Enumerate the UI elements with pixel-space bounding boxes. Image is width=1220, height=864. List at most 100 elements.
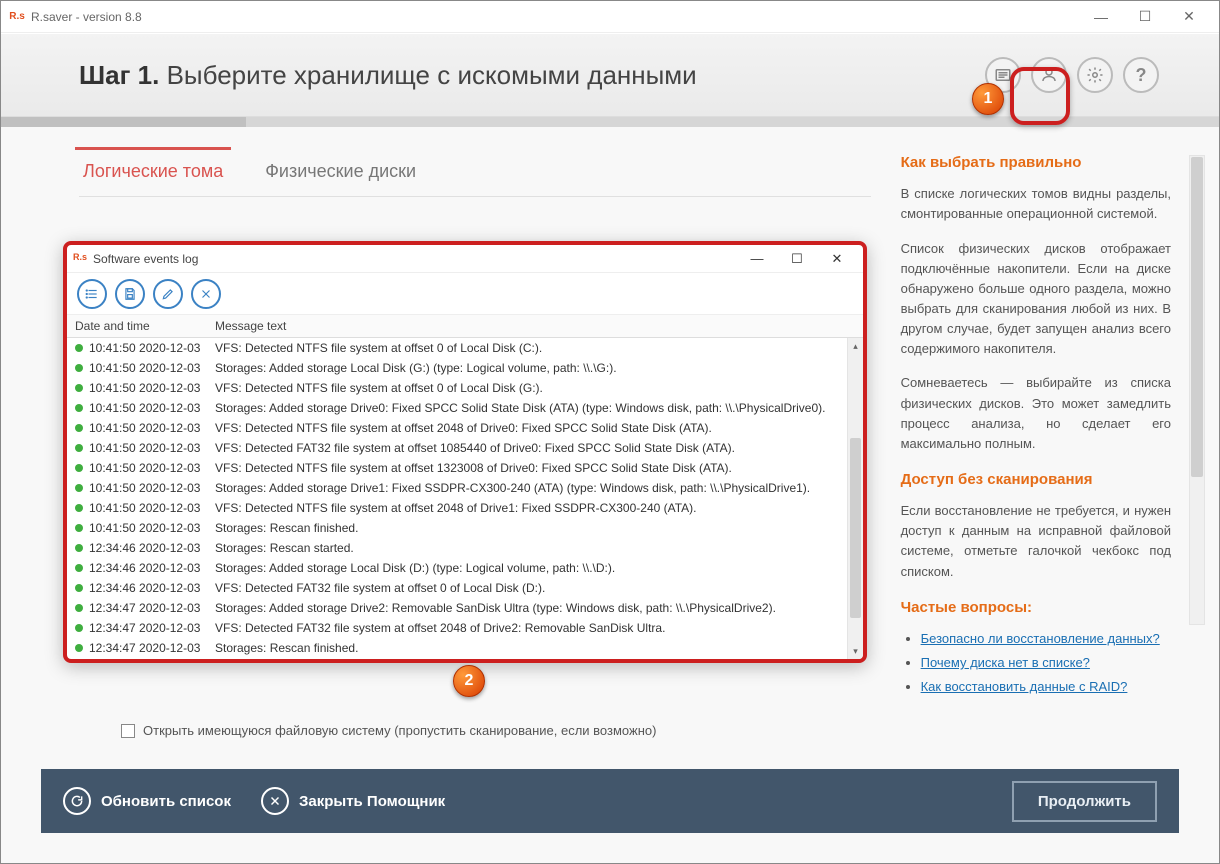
log-row-message: VFS: Detected NTFS file system at offset… (215, 501, 863, 515)
log-row[interactable]: 10:41:50 2020-12-03VFS: Detected FAT32 f… (67, 438, 863, 458)
header: Шаг 1. Выберите хранилище с искомыми дан… (1, 33, 1219, 117)
status-dot-icon (75, 344, 83, 352)
log-row[interactable]: 10:41:50 2020-12-03VFS: Detected NTFS fi… (67, 418, 863, 438)
step-prefix: Шаг 1. (79, 60, 159, 90)
log-row[interactable]: 10:41:50 2020-12-03Storages: Added stora… (67, 358, 863, 378)
log-rows: 10:41:50 2020-12-03VFS: Detected NTFS fi… (67, 338, 863, 659)
log-column-time[interactable]: Date and time (67, 315, 207, 337)
log-list-button[interactable] (77, 279, 107, 309)
log-row-time: 10:41:50 2020-12-03 (89, 361, 215, 375)
status-dot-icon (75, 484, 83, 492)
help-scrollbar[interactable] (1189, 155, 1205, 625)
log-row-time: 10:41:50 2020-12-03 (89, 421, 215, 435)
footer: Обновить список Закрыть Помощник Продолж… (41, 769, 1179, 833)
log-row[interactable]: 12:34:46 2020-12-03VFS: Detected FAT32 f… (67, 578, 863, 598)
user-icon (1040, 66, 1058, 84)
log-row-time: 10:41:50 2020-12-03 (89, 481, 215, 495)
gear-icon (1086, 66, 1104, 84)
minimize-button[interactable]: — (1079, 1, 1123, 33)
app-icon: R.s (9, 9, 25, 25)
progress-segment-1 (1, 117, 246, 127)
log-minimize-button[interactable]: — (737, 246, 777, 272)
refresh-button[interactable]: Обновить список (63, 787, 231, 815)
log-row-time: 12:34:47 2020-12-03 (89, 621, 215, 635)
log-maximize-button[interactable]: ☐ (777, 246, 817, 272)
log-save-button[interactable] (115, 279, 145, 309)
faq-link-1[interactable]: Безопасно ли восстановление данных? (921, 629, 1171, 649)
log-row-time: 10:41:50 2020-12-03 (89, 461, 215, 475)
faq-link-3[interactable]: Как восстановить данные с RAID? (921, 677, 1171, 697)
list-icon (85, 287, 99, 301)
log-row[interactable]: 10:41:50 2020-12-03VFS: Detected NTFS fi… (67, 458, 863, 478)
close-icon (268, 794, 282, 808)
log-column-message[interactable]: Message text (207, 315, 863, 337)
log-window-title: Software events log (93, 252, 737, 266)
log-scrollbar[interactable]: ▴ ▾ (847, 338, 863, 659)
settings-button[interactable] (1077, 57, 1113, 93)
log-row-message: Storages: Added storage Drive1: Fixed SS… (215, 481, 863, 495)
close-helper-button[interactable]: Закрыть Помощник (261, 787, 445, 815)
log-row-message: Storages: Rescan finished. (215, 641, 863, 655)
log-row-message: Storages: Added storage Drive0: Fixed SP… (215, 401, 863, 415)
status-dot-icon (75, 564, 83, 572)
log-row-message: Storages: Added storage Drive2: Removabl… (215, 601, 863, 615)
close-button[interactable]: ✕ (1167, 1, 1211, 33)
log-row-message: VFS: Detected NTFS file system at offset… (215, 461, 863, 475)
log-row[interactable]: 10:41:50 2020-12-03VFS: Detected NTFS fi… (67, 338, 863, 358)
log-row-time: 10:41:50 2020-12-03 (89, 501, 215, 515)
annotation-badge-2: 2 (453, 665, 485, 697)
log-scroll-thumb[interactable] (850, 438, 861, 618)
log-row[interactable]: 12:34:46 2020-12-03Storages: Added stora… (67, 558, 863, 578)
log-close-button[interactable]: ✕ (817, 246, 857, 272)
log-row[interactable]: 12:34:47 2020-12-03Storages: Rescan fini… (67, 638, 863, 658)
status-dot-icon (75, 504, 83, 512)
log-row[interactable]: 12:34:47 2020-12-03Storages: Added stora… (67, 598, 863, 618)
log-row-message: Storages: Added storage Local Disk (G:) … (215, 361, 863, 375)
log-row[interactable]: 12:34:47 2020-12-03VFS: Detected FAT32 f… (67, 618, 863, 638)
x-icon (199, 287, 213, 301)
help-button[interactable]: ? (1123, 57, 1159, 93)
log-row-time: 12:34:46 2020-12-03 (89, 581, 215, 595)
log-row-time: 10:41:50 2020-12-03 (89, 341, 215, 355)
log-scroll-up[interactable]: ▴ (848, 338, 863, 354)
refresh-label: Обновить список (101, 793, 231, 810)
log-row-time: 12:34:47 2020-12-03 (89, 641, 215, 655)
help-heading-3: Частые вопросы: (901, 596, 1171, 619)
log-scroll-down[interactable]: ▾ (848, 643, 863, 659)
titlebar: R.s R.saver - version 8.8 — ☐ ✕ (1, 1, 1219, 33)
status-dot-icon (75, 624, 83, 632)
log-row-message: VFS: Detected NTFS file system at offset… (215, 421, 863, 435)
status-dot-icon (75, 444, 83, 452)
log-edit-button[interactable] (153, 279, 183, 309)
log-row[interactable]: 10:41:50 2020-12-03VFS: Detected NTFS fi… (67, 498, 863, 518)
log-row[interactable]: 10:41:50 2020-12-03Storages: Added stora… (67, 398, 863, 418)
open-fs-checkbox-row[interactable]: Открыть имеющуюся файловую систему (проп… (121, 723, 656, 738)
log-row-message: Storages: Rescan finished. (215, 521, 863, 535)
log-toolbar (67, 273, 863, 315)
log-row[interactable]: 12:34:46 2020-12-03Storages: Rescan star… (67, 538, 863, 558)
log-row[interactable]: 10:41:50 2020-12-03Storages: Added stora… (67, 478, 863, 498)
status-dot-icon (75, 384, 83, 392)
log-row-time: 12:34:47 2020-12-03 (89, 601, 215, 615)
app-window: R.s R.saver - version 8.8 — ☐ ✕ Шаг 1. В… (0, 0, 1220, 864)
log-clear-button[interactable] (191, 279, 221, 309)
help-text-3: Сомневаетесь — выбирайте из списка физич… (901, 373, 1171, 454)
status-dot-icon (75, 464, 83, 472)
faq-list: Безопасно ли восстановление данных? Поче… (901, 629, 1171, 697)
log-row[interactable]: 10:41:50 2020-12-03Storages: Rescan fini… (67, 518, 863, 538)
log-row-time: 10:41:50 2020-12-03 (89, 381, 215, 395)
user-button[interactable] (1031, 57, 1067, 93)
log-row-time: 12:34:46 2020-12-03 (89, 541, 215, 555)
maximize-button[interactable]: ☐ (1123, 1, 1167, 33)
pencil-icon (161, 287, 175, 301)
log-row-message: Storages: Rescan started. (215, 541, 863, 555)
open-fs-checkbox[interactable] (121, 724, 135, 738)
continue-button[interactable]: Продолжить (1012, 781, 1157, 822)
faq-link-2[interactable]: Почему диска нет в списке? (921, 653, 1171, 673)
log-row-time: 12:34:46 2020-12-03 (89, 561, 215, 575)
step-title: Выберите хранилище с искомыми данными (167, 60, 697, 90)
log-row[interactable]: 10:41:50 2020-12-03VFS: Detected NTFS fi… (67, 378, 863, 398)
help-scroll-thumb[interactable] (1191, 157, 1203, 477)
tab-physical-disks[interactable]: Физические диски (261, 151, 420, 196)
tab-logical-volumes[interactable]: Логические тома (79, 151, 227, 196)
